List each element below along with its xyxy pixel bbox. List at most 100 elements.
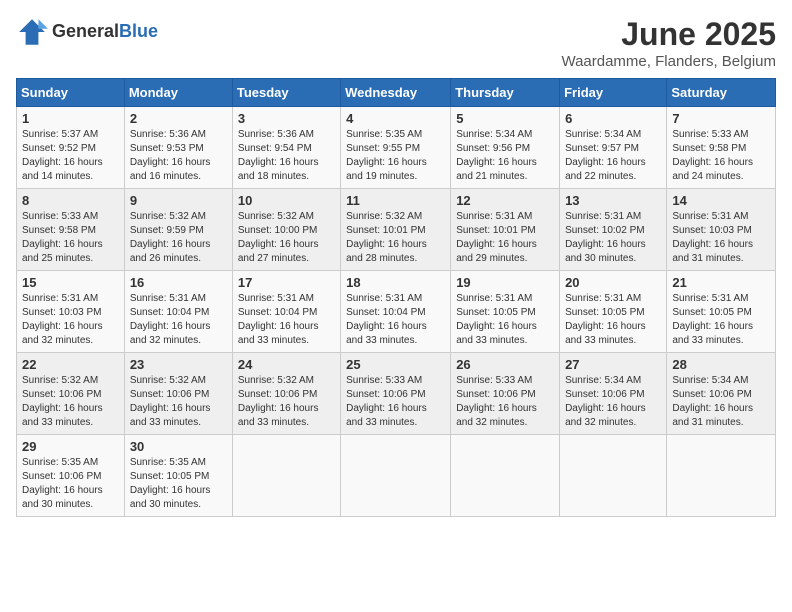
day-info: Sunrise: 5:33 AM Sunset: 10:06 PM Daylig… <box>456 374 554 430</box>
day-info: Sunrise: 5:32 AM Sunset: 10:01 PM Daylig… <box>346 210 445 266</box>
day-number: 11 <box>346 193 445 208</box>
day-number: 9 <box>130 193 227 208</box>
day-info: Sunrise: 5:33 AM Sunset: 10:06 PM Daylig… <box>346 374 445 430</box>
day-info: Sunrise: 5:31 AM Sunset: 10:05 PM Daylig… <box>456 292 554 348</box>
day-info: Sunrise: 5:31 AM Sunset: 10:02 PM Daylig… <box>565 210 661 266</box>
day-info: Sunrise: 5:31 AM Sunset: 10:03 PM Daylig… <box>672 210 770 266</box>
calendar-cell: 12 Sunrise: 5:31 AM Sunset: 10:01 PM Dayl… <box>451 189 560 271</box>
calendar-week-1: 1 Sunrise: 5:37 AM Sunset: 9:52 PM Daylig… <box>17 107 776 189</box>
calendar-cell <box>560 435 667 517</box>
day-info: Sunrise: 5:35 AM Sunset: 10:05 PM Daylig… <box>130 456 227 512</box>
calendar-table: SundayMondayTuesdayWednesdayThursdayFrid… <box>16 78 776 517</box>
day-header-tuesday: Tuesday <box>232 79 340 107</box>
day-header-sunday: Sunday <box>17 79 125 107</box>
day-number: 20 <box>565 275 661 290</box>
day-number: 14 <box>672 193 770 208</box>
calendar-week-4: 22 Sunrise: 5:32 AM Sunset: 10:06 PM Dayl… <box>17 353 776 435</box>
header: GeneralBlue June 2025 Waardamme, Flander… <box>16 16 776 70</box>
calendar-cell: 8 Sunrise: 5:33 AM Sunset: 9:58 PM Daylig… <box>17 189 125 271</box>
day-number: 13 <box>565 193 661 208</box>
day-number: 30 <box>130 439 227 454</box>
day-info: Sunrise: 5:32 AM Sunset: 9:59 PM Dayligh… <box>130 210 227 266</box>
logo: GeneralBlue <box>16 16 158 48</box>
day-number: 24 <box>238 357 335 372</box>
day-info: Sunrise: 5:31 AM Sunset: 10:04 PM Daylig… <box>238 292 335 348</box>
day-number: 15 <box>22 275 119 290</box>
day-number: 19 <box>456 275 554 290</box>
calendar-body: 1 Sunrise: 5:37 AM Sunset: 9:52 PM Daylig… <box>17 107 776 517</box>
day-number: 29 <box>22 439 119 454</box>
day-number: 18 <box>346 275 445 290</box>
calendar-cell: 20 Sunrise: 5:31 AM Sunset: 10:05 PM Dayl… <box>560 271 667 353</box>
calendar-week-3: 15 Sunrise: 5:31 AM Sunset: 10:03 PM Dayl… <box>17 271 776 353</box>
calendar-cell: 18 Sunrise: 5:31 AM Sunset: 10:04 PM Dayl… <box>341 271 451 353</box>
day-info: Sunrise: 5:31 AM Sunset: 10:04 PM Daylig… <box>346 292 445 348</box>
day-number: 6 <box>565 111 661 126</box>
day-header-friday: Friday <box>560 79 667 107</box>
calendar-subtitle: Waardamme, Flanders, Belgium <box>561 53 776 70</box>
day-info: Sunrise: 5:33 AM Sunset: 9:58 PM Dayligh… <box>672 128 770 184</box>
calendar-cell: 16 Sunrise: 5:31 AM Sunset: 10:04 PM Dayl… <box>124 271 232 353</box>
day-info: Sunrise: 5:32 AM Sunset: 10:06 PM Daylig… <box>238 374 335 430</box>
title-area: June 2025 Waardamme, Flanders, Belgium <box>561 16 776 70</box>
day-number: 8 <box>22 193 119 208</box>
calendar-cell: 25Sunrise: 5:33 AM Sunset: 10:06 PM Dayl… <box>341 353 451 435</box>
calendar-cell: 21 Sunrise: 5:31 AM Sunset: 10:05 PM Dayl… <box>667 271 776 353</box>
day-number: 28 <box>672 357 770 372</box>
calendar-cell: 6 Sunrise: 5:34 AM Sunset: 9:57 PM Daylig… <box>560 107 667 189</box>
day-info: Sunrise: 5:33 AM Sunset: 9:58 PM Dayligh… <box>22 210 119 266</box>
calendar-cell: 4Sunrise: 5:35 AM Sunset: 9:55 PM Daylig… <box>341 107 451 189</box>
day-info: Sunrise: 5:31 AM Sunset: 10:03 PM Daylig… <box>22 292 119 348</box>
calendar-cell: 11 Sunrise: 5:32 AM Sunset: 10:01 PM Dayl… <box>341 189 451 271</box>
calendar-cell: 17Sunrise: 5:31 AM Sunset: 10:04 PM Dayl… <box>232 271 340 353</box>
day-number: 22 <box>22 357 119 372</box>
calendar-cell <box>341 435 451 517</box>
day-number: 1 <box>22 111 119 126</box>
day-number: 3 <box>238 111 335 126</box>
day-number: 12 <box>456 193 554 208</box>
calendar-cell: 5Sunrise: 5:34 AM Sunset: 9:56 PM Daylig… <box>451 107 560 189</box>
day-number: 2 <box>130 111 227 126</box>
calendar-cell: 23 Sunrise: 5:32 AM Sunset: 10:06 PM Dayl… <box>124 353 232 435</box>
day-info: Sunrise: 5:31 AM Sunset: 10:05 PM Daylig… <box>565 292 661 348</box>
day-info: Sunrise: 5:31 AM Sunset: 10:01 PM Daylig… <box>456 210 554 266</box>
day-number: 23 <box>130 357 227 372</box>
day-header-monday: Monday <box>124 79 232 107</box>
day-info: Sunrise: 5:32 AM Sunset: 10:06 PM Daylig… <box>130 374 227 430</box>
calendar-cell: 3 Sunrise: 5:36 AM Sunset: 9:54 PM Daylig… <box>232 107 340 189</box>
calendar-cell: 7 Sunrise: 5:33 AM Sunset: 9:58 PM Daylig… <box>667 107 776 189</box>
day-number: 21 <box>672 275 770 290</box>
calendar-cell <box>451 435 560 517</box>
logo-icon <box>16 16 48 48</box>
calendar-week-2: 8 Sunrise: 5:33 AM Sunset: 9:58 PM Daylig… <box>17 189 776 271</box>
day-number: 10 <box>238 193 335 208</box>
day-info: Sunrise: 5:34 AM Sunset: 10:06 PM Daylig… <box>565 374 661 430</box>
calendar-cell: 30 Sunrise: 5:35 AM Sunset: 10:05 PM Dayl… <box>124 435 232 517</box>
day-info: Sunrise: 5:34 AM Sunset: 9:56 PM Dayligh… <box>456 128 554 184</box>
calendar-cell: 9 Sunrise: 5:32 AM Sunset: 9:59 PM Daylig… <box>124 189 232 271</box>
calendar-cell: 19 Sunrise: 5:31 AM Sunset: 10:05 PM Dayl… <box>451 271 560 353</box>
day-number: 7 <box>672 111 770 126</box>
calendar-cell: 13 Sunrise: 5:31 AM Sunset: 10:02 PM Dayl… <box>560 189 667 271</box>
calendar-cell: 10Sunrise: 5:32 AM Sunset: 10:00 PM Dayl… <box>232 189 340 271</box>
day-header-wednesday: Wednesday <box>341 79 451 107</box>
calendar-cell: 1 Sunrise: 5:37 AM Sunset: 9:52 PM Daylig… <box>17 107 125 189</box>
calendar-cell <box>232 435 340 517</box>
calendar-cell: 14 Sunrise: 5:31 AM Sunset: 10:03 PM Dayl… <box>667 189 776 271</box>
day-info: Sunrise: 5:37 AM Sunset: 9:52 PM Dayligh… <box>22 128 119 184</box>
day-header-thursday: Thursday <box>451 79 560 107</box>
logo-general: GeneralBlue <box>52 22 158 42</box>
day-info: Sunrise: 5:32 AM Sunset: 10:06 PM Daylig… <box>22 374 119 430</box>
calendar-cell: 28 Sunrise: 5:34 AM Sunset: 10:06 PM Dayl… <box>667 353 776 435</box>
day-info: Sunrise: 5:36 AM Sunset: 9:54 PM Dayligh… <box>238 128 335 184</box>
calendar-cell: 24 Sunrise: 5:32 AM Sunset: 10:06 PM Dayl… <box>232 353 340 435</box>
calendar-cell: 2Sunrise: 5:36 AM Sunset: 9:53 PM Daylig… <box>124 107 232 189</box>
day-number: 16 <box>130 275 227 290</box>
day-info: Sunrise: 5:34 AM Sunset: 10:06 PM Daylig… <box>672 374 770 430</box>
calendar-header-row: SundayMondayTuesdayWednesdayThursdayFrid… <box>17 79 776 107</box>
day-info: Sunrise: 5:31 AM Sunset: 10:05 PM Daylig… <box>672 292 770 348</box>
day-info: Sunrise: 5:35 AM Sunset: 9:55 PM Dayligh… <box>346 128 445 184</box>
calendar-title: June 2025 <box>561 16 776 53</box>
day-info: Sunrise: 5:34 AM Sunset: 9:57 PM Dayligh… <box>565 128 661 184</box>
day-info: Sunrise: 5:31 AM Sunset: 10:04 PM Daylig… <box>130 292 227 348</box>
